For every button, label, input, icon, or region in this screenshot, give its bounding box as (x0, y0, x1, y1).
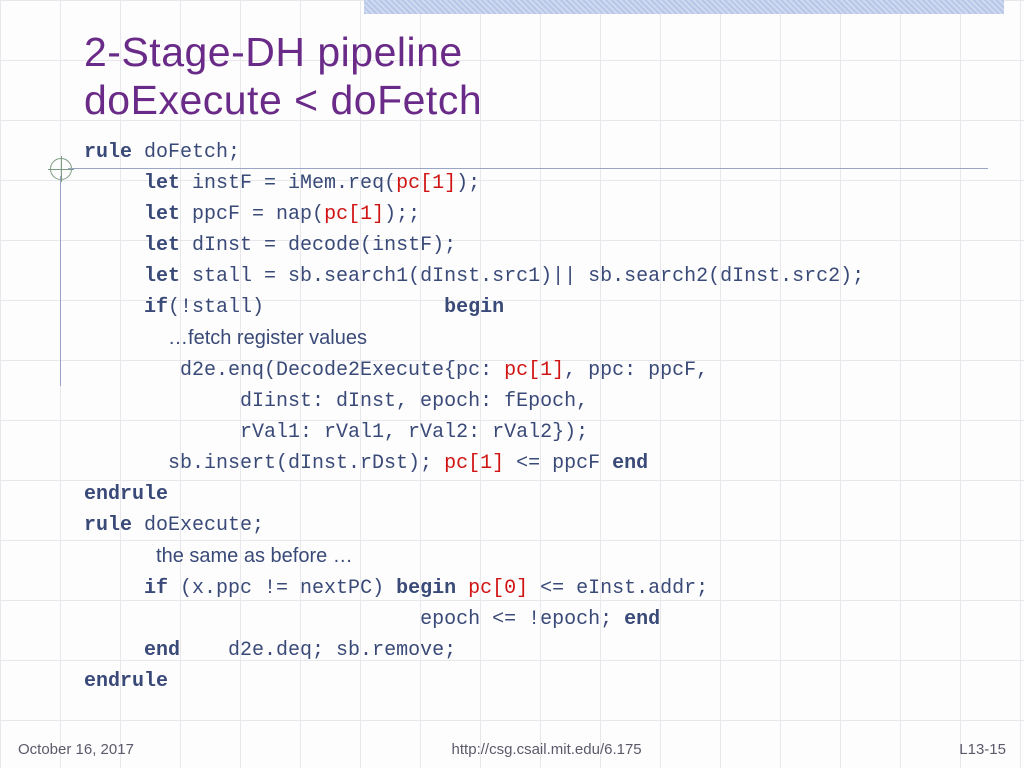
code-l8: dIinst: dInst, epoch: fEpoch, (240, 390, 588, 413)
code-l10a: sb.insert(dInst.rDst); (168, 452, 444, 475)
kw-let: let (144, 203, 180, 226)
kw-rule: rule (84, 514, 132, 537)
code-l2a: instF = iMem.req( (180, 172, 396, 195)
pc1-a: pc[1] (396, 172, 456, 195)
code-l9: rVal1: rVal1, rVal2: rVal2}); (240, 421, 588, 444)
kw-end: end (144, 639, 180, 662)
code-l12a: (x.ppc != nextPC) (168, 577, 396, 600)
kw-let: let (144, 265, 180, 288)
code-l6: (!stall) (168, 296, 444, 319)
code-l10b: <= ppcF (504, 452, 612, 475)
kw-let: let (144, 234, 180, 257)
pc1-b: pc[1] (324, 203, 384, 226)
code-l7a: d2e.enq(Decode2Execute{pc: (180, 359, 504, 382)
kw-if: if (144, 577, 168, 600)
kw-begin: begin (444, 296, 504, 319)
code-l2b: ); (456, 172, 480, 195)
note-fetch: …fetch register values (168, 327, 367, 349)
rule-doexecute: doExecute; (132, 514, 264, 537)
code-block: rule doFetch; let instF = iMem.req(pc[1]… (84, 137, 994, 697)
kw-endrule: endrule (84, 483, 168, 506)
kw-if: if (144, 296, 168, 319)
pc1-c: pc[1] (504, 359, 564, 382)
footer-url: http://csg.csail.mit.edu/6.175 (452, 741, 642, 758)
kw-end: end (624, 608, 660, 631)
slide-content: 2-Stage-DH pipeline doExecute < doFetch … (84, 28, 994, 728)
note-same: the same as before … (156, 545, 353, 567)
kw-endrule: endrule (84, 670, 168, 693)
kw-begin: begin (396, 577, 456, 600)
code-l3b: );; (384, 203, 420, 226)
pc1-d: pc[1] (444, 452, 504, 475)
title-line-2: doExecute < doFetch (84, 77, 482, 123)
code-l5: stall = sb.search1(dInst.src1)|| sb.sear… (180, 265, 864, 288)
rule-dofetch: doFetch; (132, 141, 240, 164)
slide-footer: October 16, 2017 http://csg.csail.mit.ed… (18, 741, 1006, 758)
footer-date: October 16, 2017 (18, 741, 134, 758)
code-l7b: , ppc: ppcF, (564, 359, 708, 382)
kw-rule: rule (84, 141, 132, 164)
kw-end: end (612, 452, 648, 475)
title-line-1: 2-Stage-DH pipeline (84, 29, 463, 75)
footer-page: L13-15 (959, 741, 1006, 758)
slide-corner-ornament (50, 158, 72, 180)
code-l13: epoch <= !epoch; (420, 608, 624, 631)
slide-title: 2-Stage-DH pipeline doExecute < doFetch (84, 28, 994, 125)
code-l3a: ppcF = nap( (180, 203, 324, 226)
top-decorative-band (364, 0, 1004, 14)
code-l4: dInst = decode(instF); (180, 234, 456, 257)
kw-let: let (144, 172, 180, 195)
pc0: pc[0] (468, 577, 528, 600)
code-l12b: <= eInst.addr; (528, 577, 708, 600)
code-l14: d2e.deq; sb.remove; (180, 639, 456, 662)
